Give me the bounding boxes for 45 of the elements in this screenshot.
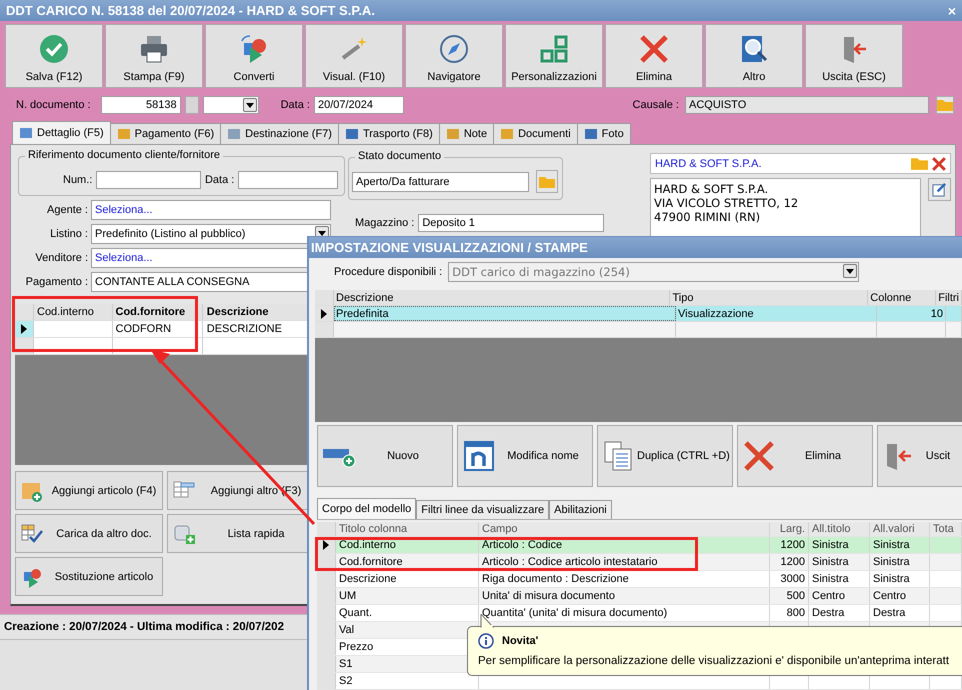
table-cell: Destra	[809, 605, 870, 621]
field-label: Data :	[204, 174, 234, 186]
table-cell: Descrizione	[336, 571, 479, 587]
field-label: Data :	[280, 99, 310, 111]
tooltip-text: Per semplificare la personalizzazione delle visualizzazioni e' disponibile un'anteprima interatt	[478, 655, 950, 667]
address-line: VIA VICOLO STRETTO, 12	[654, 196, 800, 210]
table-cell: Sinistra	[870, 571, 930, 587]
field-label: Procedure disponibili :	[334, 266, 442, 278]
table-cell: Riga documento : Descrizione	[479, 571, 770, 587]
window-title: DDT CARICO N. 58138 del 20/07/2024 - HARD & SOFT S.P.A.	[6, 3, 375, 18]
address-line: 47900 RIMINI (RN)	[654, 210, 762, 224]
field-label: Causale :	[632, 99, 679, 111]
supplier-name: HARD & SOFT S.P.A.	[655, 158, 762, 170]
table-cell: Centro	[809, 588, 870, 604]
address-line: HARD & SOFT S.P.A.	[654, 182, 770, 196]
field-label: Agente :	[46, 204, 89, 216]
table-cell: Sinistra	[809, 537, 870, 553]
table-cell: Centro	[870, 588, 930, 604]
field-label: Venditore :	[34, 252, 89, 264]
table-cell: 3000	[770, 571, 809, 587]
table-cell: 500	[770, 588, 809, 604]
field-label: N. documento :	[16, 99, 91, 111]
table-cell: 1200	[770, 537, 809, 553]
table-cell: Destra	[870, 605, 930, 621]
table-cell: Quant.	[336, 605, 479, 621]
field-label: Magazzino :	[355, 217, 414, 229]
table-cell: Sinistra	[809, 571, 870, 587]
table-cell: 1200	[770, 554, 809, 570]
table-cell: Predefinita	[334, 306, 676, 321]
table-cell: Visualizzazione	[676, 306, 877, 321]
table-cell: 10	[877, 306, 946, 321]
table-cell: Sinistra	[870, 554, 930, 570]
field-label: Num.:	[63, 174, 92, 186]
table-cell: CODFORN	[112, 321, 203, 337]
table-cell: 800	[770, 605, 809, 621]
group-title: Stato documento	[355, 150, 444, 162]
table-cell: Sinistra	[809, 554, 870, 570]
field-label: Listino :	[49, 228, 89, 240]
group-title: Riferimento documento cliente/fornitore	[25, 149, 223, 161]
table-cell: Unita' di misura documento	[479, 588, 770, 604]
tooltip-title: Novita'	[502, 635, 538, 647]
status-text: Creazione : 20/07/2024 - Ultima modifica : 20/07/202	[4, 621, 284, 633]
table-cell: UM	[336, 588, 479, 604]
table-cell: Sinistra	[870, 537, 930, 553]
field-label: Pagamento :	[24, 276, 89, 288]
